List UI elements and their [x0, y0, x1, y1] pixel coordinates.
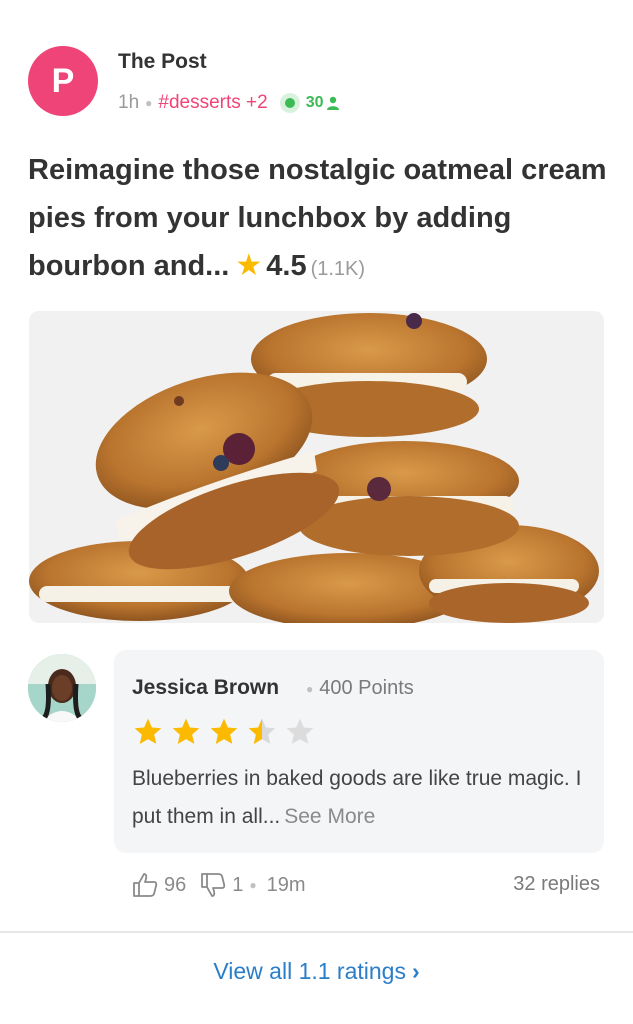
- see-more-link[interactable]: See More: [284, 805, 375, 828]
- reviewer-avatar[interactable]: [28, 654, 96, 722]
- dislike-count: 1: [232, 873, 244, 896]
- star-icon: [172, 718, 200, 744]
- star-icon: [210, 718, 238, 744]
- star-icon: ★: [235, 249, 263, 282]
- like-count: 96: [164, 873, 187, 896]
- divider: [0, 931, 633, 933]
- thumbs-up-icon[interactable]: [130, 870, 160, 900]
- rating-value: 4.5: [266, 250, 307, 282]
- rating-count: (1.1K): [310, 258, 366, 280]
- post-header: P The Post 1h ● #desserts +2 30: [28, 44, 608, 118]
- half-star-icon: [248, 718, 276, 744]
- separator-dot: ●: [249, 878, 257, 892]
- reviewer-name[interactable]: Jessica Brown: [132, 676, 279, 700]
- review-stars: [132, 716, 316, 748]
- empty-star-icon: [286, 718, 314, 744]
- post-meta: 1h ● #desserts +2 30: [118, 92, 340, 114]
- publisher-name[interactable]: The Post: [118, 50, 207, 74]
- replies-link[interactable]: 32 replies: [513, 873, 600, 896]
- review-actions: 96 1 ● 19m: [130, 870, 306, 900]
- chevron-right-icon: ›: [411, 958, 420, 984]
- online-indicator-icon: [279, 93, 300, 113]
- reviewer-points: ● 400 Points: [306, 677, 414, 699]
- online-count: 30: [305, 94, 324, 111]
- post-title[interactable]: Reimagine those nostalgic oatmeal cream …: [28, 146, 608, 293]
- post-time: 1h: [118, 92, 140, 113]
- post-image[interactable]: [29, 311, 604, 623]
- publisher-avatar[interactable]: P: [28, 46, 98, 116]
- avatar-letter: P: [51, 61, 75, 100]
- separator-dot: ●: [145, 96, 153, 110]
- thumbs-down-icon[interactable]: [198, 870, 228, 900]
- view-all-ratings-link[interactable]: View all 1.1 ratings ›: [0, 958, 633, 985]
- star-icon: [134, 718, 162, 744]
- review-card[interactable]: Jessica Brown ● 400 Points Blueberries in…: [114, 650, 604, 853]
- review-time: 19m: [266, 873, 306, 896]
- tag-link[interactable]: #desserts +2: [158, 92, 267, 114]
- person-photo: [28, 654, 96, 722]
- person-icon: [326, 96, 339, 110]
- review-text: Blueberries in baked goods are like true…: [132, 767, 582, 828]
- cookies-image: [29, 311, 604, 623]
